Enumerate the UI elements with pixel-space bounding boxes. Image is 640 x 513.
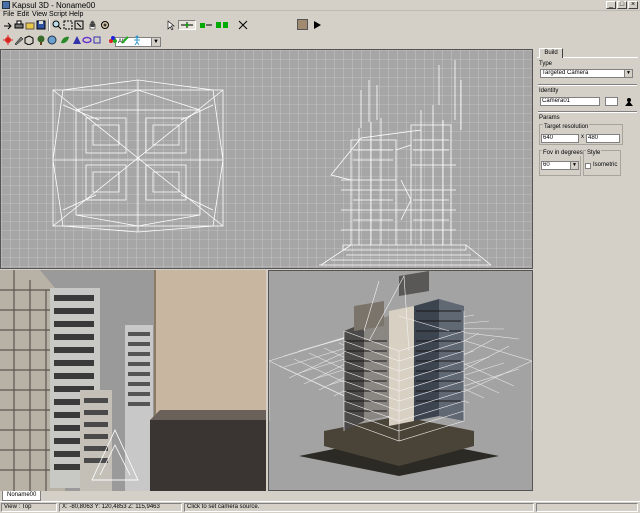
figure-icon[interactable] xyxy=(132,35,142,46)
fov-label: Fov in degrees xyxy=(542,150,584,156)
sphere-icon[interactable] xyxy=(47,35,57,45)
leaf-icon[interactable] xyxy=(60,35,70,45)
style-label: Style xyxy=(586,150,602,156)
top-viewport[interactable] xyxy=(0,49,533,269)
identity-label: Identity xyxy=(539,88,559,94)
target-resolution-group: Target resolution 640 x 480 xyxy=(539,124,623,145)
status-extra xyxy=(536,503,638,512)
pick-object-icon[interactable] xyxy=(624,97,634,106)
document-tabs: Noname00 xyxy=(0,491,533,501)
menu-edit[interactable]: Edit xyxy=(17,11,29,18)
box-icon[interactable] xyxy=(24,35,34,46)
scale-tool-icon[interactable] xyxy=(215,20,229,30)
primitive-toolbar xyxy=(0,33,200,47)
bone-icon[interactable] xyxy=(120,35,130,45)
pan-hand-icon[interactable] xyxy=(88,20,98,30)
params-label: Params xyxy=(539,115,560,121)
save-icon[interactable] xyxy=(36,20,46,30)
camera-viewport-canvas xyxy=(0,270,266,491)
open-icon[interactable] xyxy=(25,20,35,30)
menu-script[interactable]: Script xyxy=(49,11,67,18)
color-swatch[interactable] xyxy=(605,97,618,106)
status-bar: View : Top X: -80,8063 Y: 120,4853 Z: 11… xyxy=(0,501,640,513)
menu-file[interactable]: File xyxy=(3,11,14,18)
play-icon[interactable] xyxy=(312,20,322,30)
camera-viewport[interactable] xyxy=(0,270,266,491)
properties-panel: Build Type Targeted Camera ▼ Identity Ca… xyxy=(535,46,640,500)
menu-view[interactable]: View xyxy=(32,11,47,18)
type-label: Type xyxy=(539,61,553,67)
fov-select[interactable]: 60 ▼ xyxy=(541,161,579,170)
print-icon[interactable] xyxy=(14,20,24,30)
app-icon xyxy=(2,1,10,9)
toolbar-separator xyxy=(48,19,50,31)
identity-input[interactable]: Camera01 xyxy=(540,97,600,106)
paint-icon[interactable] xyxy=(108,35,118,45)
zoom-extents-icon[interactable] xyxy=(63,20,73,30)
main-toolbar: All ▼ xyxy=(0,18,640,47)
brush-icon[interactable] xyxy=(14,35,24,46)
torus-icon[interactable] xyxy=(82,35,92,45)
zoom-region-icon[interactable] xyxy=(74,20,84,30)
orbit-icon[interactable] xyxy=(100,20,110,30)
status-hint: Click to set camera source. xyxy=(184,503,534,512)
chevron-down-icon: ▼ xyxy=(570,162,578,169)
zoom-icon[interactable] xyxy=(52,20,62,30)
minimize-button[interactable]: _ xyxy=(606,1,616,9)
type-select[interactable]: Targeted Camera ▼ xyxy=(540,69,633,78)
type-select-value: Targeted Camera xyxy=(542,70,589,76)
close-button[interactable]: × xyxy=(628,1,638,9)
status-view: View : Top xyxy=(1,503,57,512)
menu-help[interactable]: Help xyxy=(69,11,83,18)
stop-button[interactable] xyxy=(297,19,308,30)
divider xyxy=(538,84,637,86)
select-arrow-icon[interactable] xyxy=(166,20,176,31)
window-title: Kapsul 3D - Noname00 xyxy=(12,1,96,10)
isometric-checkbox[interactable] xyxy=(585,163,591,169)
perspective-viewport[interactable] xyxy=(268,270,533,491)
cone-icon[interactable] xyxy=(72,35,82,45)
status-coordinates: X: -80,8063 Y: 120,4853 Z: 115,9463 xyxy=(59,503,182,512)
light-icon[interactable] xyxy=(3,35,13,45)
tab-build[interactable]: Build xyxy=(539,48,563,58)
resolution-width-input[interactable]: 640 xyxy=(541,134,579,143)
chevron-down-icon: ▼ xyxy=(624,70,632,77)
resolution-x-label: x xyxy=(581,134,584,140)
new-icon[interactable] xyxy=(3,20,13,30)
isometric-label: Isometric xyxy=(593,162,618,168)
divider xyxy=(538,111,637,113)
resolution-height-input[interactable]: 480 xyxy=(586,134,620,143)
rotate-tool-icon[interactable] xyxy=(199,20,213,30)
tab-noname00[interactable]: Noname00 xyxy=(2,491,42,501)
tree-icon[interactable] xyxy=(36,35,46,45)
fov-group: Fov in degrees 60 ▼ xyxy=(539,150,584,176)
snap-icon[interactable] xyxy=(238,20,248,30)
move-tool-icon[interactable] xyxy=(178,20,196,30)
maximize-button[interactable]: □ xyxy=(617,1,627,9)
style-group: Style Isometric xyxy=(583,150,621,176)
perspective-viewport-canvas xyxy=(269,271,532,490)
target-resolution-label: Target resolution xyxy=(543,124,590,130)
plane-icon[interactable] xyxy=(92,35,102,45)
top-viewport-canvas xyxy=(1,50,532,268)
fov-select-value: 60 xyxy=(543,162,550,168)
